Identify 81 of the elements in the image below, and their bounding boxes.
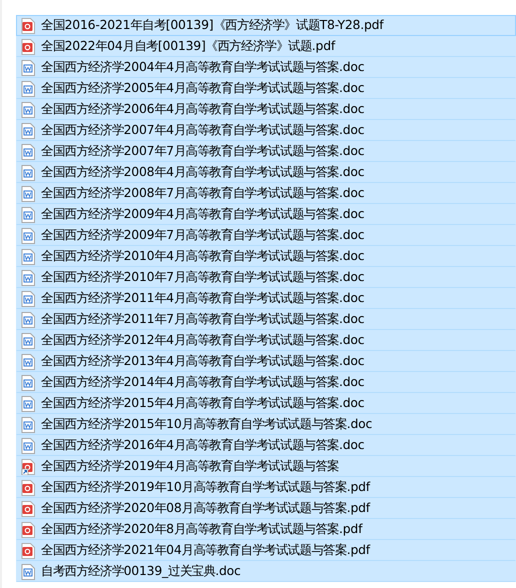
file-name: 全国西方经济学2009年7月高等教育自学考试试题与答案.doc xyxy=(41,227,364,244)
file-row[interactable]: 全国西方经济学2014年4月高等教育自学考试试题与答案.doc xyxy=(16,372,516,393)
word-document-icon xyxy=(21,374,35,390)
file-name: 全国西方经济学2010年7月高等教育自学考试试题与答案.doc xyxy=(41,269,364,286)
word-document-icon xyxy=(21,122,35,138)
word-document-icon xyxy=(21,312,35,328)
file-name: 全国西方经济学2005年4月高等教育自学考试试题与答案.doc xyxy=(41,80,364,97)
file-name: 全国西方经济学2015年4月高等教育自学考试试题与答案.doc xyxy=(41,395,364,412)
file-name: 全国西方经济学2019年10月高等教育自学考试试题与答案.pdf xyxy=(41,479,370,496)
file-row[interactable]: 自考西方经济学00139_过关宝典.doc xyxy=(16,561,516,582)
file-row[interactable]: 全国西方经济学2019年10月高等教育自学考试试题与答案.pdf xyxy=(16,477,516,498)
file-name: 全国西方经济学2020年08月高等教育自学考试试题与答案.pdf xyxy=(41,500,370,517)
word-document-icon xyxy=(21,60,35,76)
word-document-icon xyxy=(21,144,35,160)
file-name: 自考西方经济学00139_过关宝典.doc xyxy=(41,563,241,580)
file-row[interactable]: 全国西方经济学2015年4月高等教育自学考试试题与答案.doc xyxy=(16,393,516,414)
file-name: 全国西方经济学2006年4月高等教育自学考试试题与答案.doc xyxy=(41,101,364,118)
word-document-icon xyxy=(21,186,35,202)
file-name: 全国西方经济学2012年4月高等教育自学考试试题与答案.doc xyxy=(41,332,364,349)
file-row[interactable]: 全国西方经济学2020年8月高等教育自学考试试题与答案.pdf xyxy=(16,519,516,540)
word-document-icon xyxy=(21,332,35,348)
file-name: 全国2016-2021年自考[00139]《西方经济学》试题T8-Y28.pdf xyxy=(41,17,384,34)
pdf-file-icon xyxy=(21,542,35,558)
file-name: 全国西方经济学2004年4月高等教育自学考试试题与答案.doc xyxy=(41,59,364,76)
file-name: 全国西方经济学2015年10月高等教育自学考试试题与答案.doc xyxy=(41,416,372,433)
word-document-icon xyxy=(21,354,35,370)
file-row[interactable]: 全国西方经济学2009年7月高等教育自学考试试题与答案.doc xyxy=(16,225,516,246)
file-row[interactable]: 全国西方经济学2021年04月高等教育自学考试试题与答案.pdf xyxy=(16,540,516,561)
file-row[interactable]: 全国西方经济学2007年4月高等教育自学考试试题与答案.doc xyxy=(16,120,516,141)
file-name: 全国西方经济学2016年4月高等教育自学考试试题与答案.doc xyxy=(41,437,364,454)
file-row[interactable]: 全国西方经济学2016年4月高等教育自学考试试题与答案.doc xyxy=(16,435,516,456)
file-name: 全国西方经济学2020年8月高等教育自学考试试题与答案.pdf xyxy=(41,521,362,538)
file-row[interactable]: 全国西方经济学2008年4月高等教育自学考试试题与答案.doc xyxy=(16,162,516,183)
file-name: 全国西方经济学2010年4月高等教育自学考试试题与答案.doc xyxy=(41,248,364,265)
word-document-icon xyxy=(21,80,35,96)
file-name: 全国西方经济学2019年4月高等教育自学考试试题与答案 xyxy=(41,458,340,475)
pdf-file-icon xyxy=(21,522,35,538)
pdf-file-icon xyxy=(21,480,35,496)
file-row[interactable]: 全国西方经济学2012年4月高等教育自学考试试题与答案.doc xyxy=(16,330,516,351)
word-document-icon xyxy=(21,438,35,454)
pdf-file-icon xyxy=(21,500,35,516)
pdf-file-icon xyxy=(21,38,35,54)
word-document-icon xyxy=(21,248,35,264)
file-row[interactable]: 全国西方经济学2009年4月高等教育自学考试试题与答案.doc xyxy=(16,204,516,225)
file-row[interactable]: 全国西方经济学2005年4月高等教育自学考试试题与答案.doc xyxy=(16,78,516,99)
file-row[interactable]: 全国西方经济学2019年4月高等教育自学考试试题与答案 xyxy=(16,456,516,477)
word-document-icon xyxy=(21,270,35,286)
file-row[interactable]: 全国西方经济学2013年4月高等教育自学考试试题与答案.doc xyxy=(16,351,516,372)
word-document-icon xyxy=(21,396,35,412)
file-row[interactable]: 全国2022年04月自考[00139]《西方经济学》试题.pdf xyxy=(16,36,516,57)
word-document-icon xyxy=(21,206,35,222)
file-row[interactable]: 全国西方经济学2007年7月高等教育自学考试试题与答案.doc xyxy=(16,141,516,162)
file-row[interactable]: 全国西方经济学2010年4月高等教育自学考试试题与答案.doc xyxy=(16,246,516,267)
pdf-file-icon xyxy=(21,18,35,34)
file-name: 全国西方经济学2007年4月高等教育自学考试试题与答案.doc xyxy=(41,122,364,139)
pdf-shortcut-icon xyxy=(21,458,35,474)
file-name: 全国2022年04月自考[00139]《西方经济学》试题.pdf xyxy=(41,38,336,55)
file-name: 全国西方经济学2007年7月高等教育自学考试试题与答案.doc xyxy=(41,143,364,160)
file-name: 全国西方经济学2013年4月高等教育自学考试试题与答案.doc xyxy=(41,353,364,370)
word-document-icon xyxy=(21,102,35,118)
file-row[interactable]: 全国西方经济学2010年7月高等教育自学考试试题与答案.doc xyxy=(16,267,516,288)
word-document-icon xyxy=(21,164,35,180)
file-row[interactable]: 全国西方经济学2011年4月高等教育自学考试试题与答案.doc xyxy=(16,288,516,309)
file-row[interactable]: 全国西方经济学2011年7月高等教育自学考试试题与答案.doc xyxy=(16,309,516,330)
word-document-icon xyxy=(21,228,35,244)
file-row[interactable]: 全国西方经济学2020年08月高等教育自学考试试题与答案.pdf xyxy=(16,498,516,519)
word-document-icon xyxy=(21,416,35,432)
file-name: 全国西方经济学2011年7月高等教育自学考试试题与答案.doc xyxy=(41,311,364,328)
word-document-icon xyxy=(21,290,35,306)
word-document-icon xyxy=(21,564,35,580)
file-row[interactable]: 全国西方经济学2004年4月高等教育自学考试试题与答案.doc xyxy=(16,57,516,78)
file-row[interactable]: 全国西方经济学2006年4月高等教育自学考试试题与答案.doc xyxy=(16,99,516,120)
file-row[interactable]: 全国2016-2021年自考[00139]《西方经济学》试题T8-Y28.pdf xyxy=(16,15,516,36)
file-name: 全国西方经济学2008年7月高等教育自学考试试题与答案.doc xyxy=(41,185,364,202)
file-name: 全国西方经济学2014年4月高等教育自学考试试题与答案.doc xyxy=(41,374,364,391)
file-name: 全国西方经济学2008年4月高等教育自学考试试题与答案.doc xyxy=(41,164,364,181)
file-row[interactable]: 全国西方经济学2015年10月高等教育自学考试试题与答案.doc xyxy=(16,414,516,435)
file-name: 全国西方经济学2011年4月高等教育自学考试试题与答案.doc xyxy=(41,290,364,307)
file-name: 全国西方经济学2021年04月高等教育自学考试试题与答案.pdf xyxy=(41,542,370,559)
file-name: 全国西方经济学2009年4月高等教育自学考试试题与答案.doc xyxy=(41,206,364,223)
file-row[interactable]: 全国西方经济学2008年7月高等教育自学考试试题与答案.doc xyxy=(16,183,516,204)
